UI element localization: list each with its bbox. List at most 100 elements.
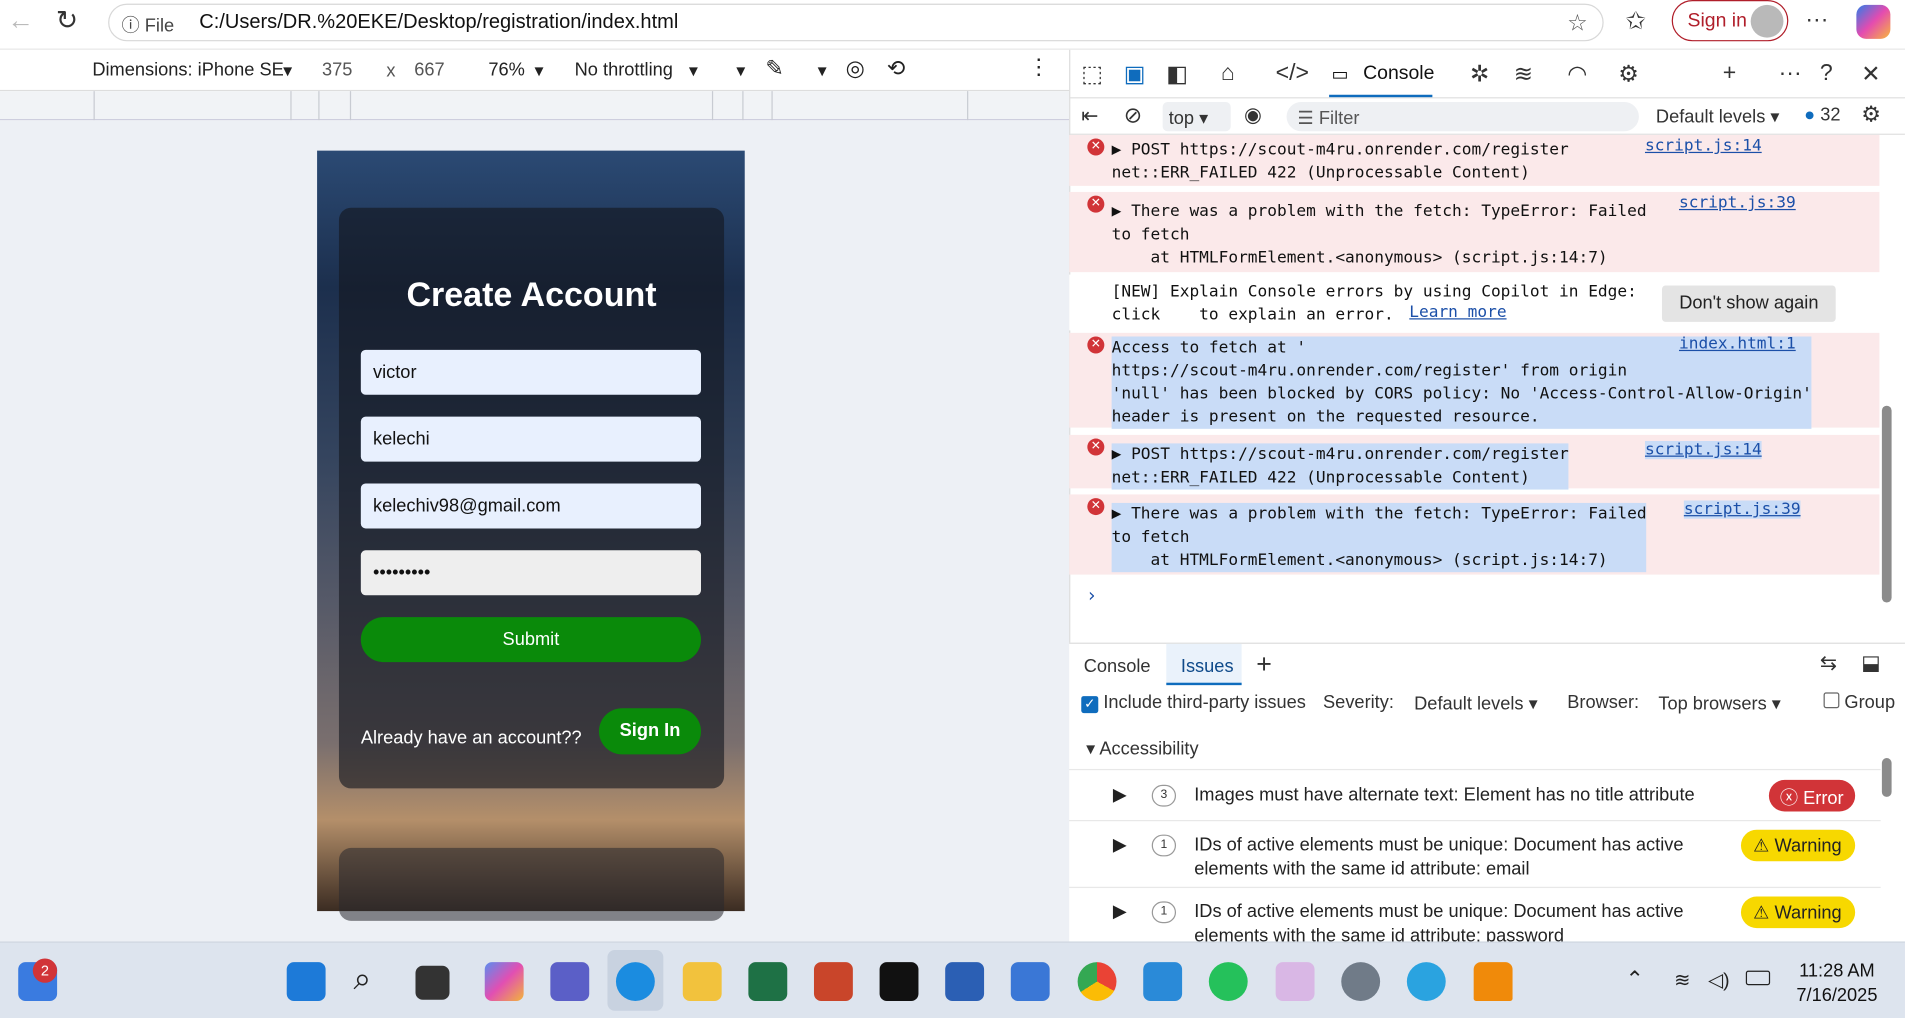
wifi-icon[interactable]: ≋ (1674, 968, 1690, 992)
help-icon[interactable]: ? (1820, 61, 1833, 88)
console-settings-icon[interactable]: ⚙ (1861, 102, 1881, 128)
issue-row[interactable]: ▶ 1 IDs of active elements must be uniqu… (1069, 819, 1881, 887)
third-party-checkbox[interactable]: ✓ Include third-party issues (1081, 692, 1306, 714)
favorite-star-icon[interactable]: ☆ (1567, 10, 1588, 38)
clock[interactable]: 11:28 AM 7/16/2025 (1793, 960, 1880, 1009)
telegram-icon[interactable] (1406, 962, 1446, 1001)
media-query-ruler[interactable] (0, 91, 1070, 121)
dock-icon[interactable]: ◧ (1166, 61, 1188, 89)
console-error-row[interactable]: ✕ ▶ There was a problem with the fetch: … (1069, 494, 1880, 575)
search-icon[interactable]: ⌕ (354, 960, 372, 999)
more-tools-icon[interactable]: ··· (1779, 61, 1802, 88)
filter-input[interactable]: ☰ Filter (1286, 102, 1639, 132)
settings-app-icon[interactable] (1341, 962, 1381, 1001)
throttling-select[interactable]: No throttling (575, 60, 673, 81)
add-tab-icon[interactable]: + (1723, 61, 1736, 88)
group-checkbox[interactable]: Group (1823, 692, 1895, 713)
performance-icon[interactable]: ◠ (1567, 61, 1587, 89)
vscode-icon[interactable] (1143, 962, 1183, 1001)
eyedropper-icon[interactable]: ✎ (765, 56, 783, 82)
welcome-home-icon[interactable]: ⌂ (1221, 61, 1235, 88)
console-scrollbar[interactable] (1881, 405, 1892, 603)
email-input[interactable]: kelechiv98@gmail.com (360, 483, 701, 529)
tradingview-icon[interactable] (879, 962, 919, 1001)
last-name-input[interactable]: kelechi (360, 416, 701, 462)
chevron-up-icon[interactable]: ⌃ (1626, 967, 1644, 993)
device-select[interactable]: Dimensions: iPhone SE (92, 60, 283, 81)
password-input[interactable]: ••••••••• (360, 550, 701, 596)
snipping-tool-icon[interactable] (1275, 962, 1315, 1001)
copilot-icon[interactable] (1856, 4, 1891, 39)
powerpoint-icon[interactable] (813, 962, 853, 1001)
issue-row[interactable]: ▶ 3 Images must have alternate text: Ele… (1069, 768, 1881, 820)
expand-arrow-icon[interactable]: ▶ (1113, 833, 1127, 856)
refresh-icon[interactable]: ↻ (56, 5, 78, 37)
task-view-icon[interactable] (415, 965, 450, 1000)
file-info-icon[interactable]: ⓘ File (121, 12, 174, 38)
word-icon[interactable] (945, 962, 985, 1001)
sidebar-toggle-icon[interactable]: ⇤ (1081, 104, 1098, 128)
file-explorer-icon[interactable] (682, 962, 722, 1001)
submit-button[interactable]: Submit (360, 617, 701, 663)
issue-row[interactable]: ▶ 1 IDs of active elements must be uniqu… (1069, 886, 1881, 941)
whatsapp-icon[interactable] (1208, 962, 1248, 1001)
sensors-icon[interactable]: ◎ (846, 56, 865, 82)
volume-icon[interactable]: ◁) (1708, 968, 1729, 992)
excel-icon[interactable] (748, 962, 788, 1001)
source-link[interactable]: script.js:39 (1679, 194, 1796, 212)
console-error-row[interactable]: ✕ Access to fetch at ' https://scout-m4r… (1069, 332, 1880, 429)
browser-select[interactable]: Top browsers ▾ (1658, 692, 1781, 715)
log-levels-select[interactable]: Default levels ▾ (1656, 106, 1780, 128)
profile-signin-button[interactable]: Sign in (1671, 0, 1789, 42)
rotate-icon[interactable]: ⟲ (887, 56, 905, 82)
copilot-app-icon[interactable] (484, 962, 524, 1001)
source-link[interactable]: index.html:1 (1679, 335, 1796, 353)
inspect-icon[interactable]: ⬚ (1081, 61, 1103, 89)
address-url[interactable]: C:/Users/DR.%20EKE/Desktop/registration/… (199, 11, 678, 34)
sources-bug-icon[interactable]: ✲ (1470, 61, 1489, 89)
address-bar[interactable]: ⓘ File C:/Users/DR.%20EKE/Desktop/regist… (108, 3, 1604, 42)
source-link[interactable]: script.js:14 (1645, 137, 1762, 155)
console-error-row[interactable]: ✕ ▶ POST https://scout-m4ru.onrender.com… (1069, 434, 1880, 490)
store-icon[interactable] (1010, 962, 1050, 1001)
close-icon[interactable]: ✕ (1861, 61, 1880, 89)
elements-icon[interactable]: </> (1276, 61, 1309, 88)
dock-drawer-icon[interactable]: ⇆ (1820, 651, 1837, 675)
console-prompt-icon[interactable]: › (1086, 584, 1097, 606)
issues-scrollbar[interactable] (1881, 758, 1892, 797)
drawer-tab-console[interactable]: Console (1084, 656, 1151, 677)
source-link[interactable]: script.js:39 (1683, 500, 1801, 519)
learn-more-link[interactable]: Learn more (1409, 304, 1506, 322)
drawer-tab-issues[interactable]: Issues (1166, 643, 1242, 686)
device-emulation-icon[interactable]: ▣ (1124, 61, 1146, 89)
clear-console-icon[interactable]: ⊘ (1124, 103, 1142, 129)
sign-in-button[interactable]: Sign In (598, 708, 701, 755)
teams-icon[interactable] (550, 962, 590, 1001)
tab-console[interactable]: ▭ Console (1329, 53, 1434, 98)
favorites-icon[interactable]: ✩ (1626, 6, 1646, 36)
width-field[interactable]: 375 (322, 60, 352, 81)
console-error-row[interactable]: ✕ ▶ POST https://scout-m4ru.onrender.com… (1069, 134, 1880, 186)
height-field[interactable]: 667 (414, 60, 444, 81)
vlc-icon[interactable] (1473, 962, 1513, 1001)
messages-icon[interactable]: ● 32 (1804, 104, 1840, 125)
start-icon[interactable] (286, 962, 326, 1001)
context-select[interactable]: top ▾ (1162, 102, 1231, 132)
battery-icon[interactable] (1745, 970, 1771, 986)
collapse-drawer-icon[interactable]: ⬓ (1861, 651, 1881, 675)
edge-icon[interactable] (615, 962, 655, 1001)
back-icon[interactable]: ← (7, 5, 34, 37)
expand-arrow-icon[interactable]: ▶ (1113, 900, 1127, 922)
settings-gear-icon[interactable]: ⚙ (1618, 61, 1639, 89)
severity-select[interactable]: Default levels ▾ (1414, 692, 1538, 715)
zoom-select[interactable]: 76% (488, 60, 524, 81)
add-drawer-tab-icon[interactable]: + (1256, 649, 1272, 681)
chevron-down-icon[interactable]: ▾ (736, 60, 745, 82)
more-options-icon[interactable]: ⋮ (1028, 55, 1050, 81)
live-expression-eye-icon[interactable]: ◉ (1244, 103, 1262, 127)
chevron-down-icon[interactable]: ▾ (818, 60, 827, 82)
first-name-input[interactable]: victor (360, 349, 701, 395)
dont-show-again-button[interactable]: Don't show again (1661, 285, 1836, 322)
chrome-icon[interactable] (1077, 962, 1117, 1001)
accessibility-section[interactable]: ▾ Accessibility (1086, 737, 1198, 760)
